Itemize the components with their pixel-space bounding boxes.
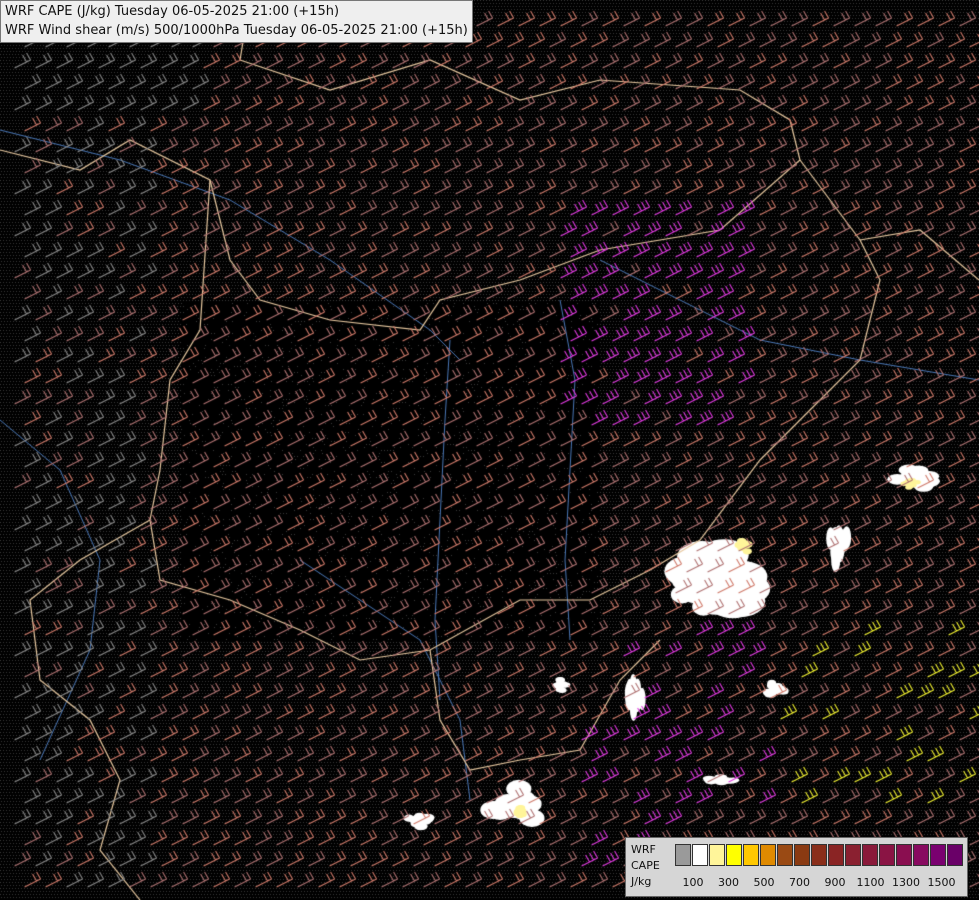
legend-swatch bbox=[726, 844, 742, 866]
map-title-cape: WRF CAPE (J/kg) Tuesday 06-05-2025 21:00… bbox=[5, 4, 340, 19]
legend-swatch bbox=[811, 844, 827, 866]
legend-tick-row: 100 300 500 700 900 1100 1300 1500 bbox=[675, 876, 965, 890]
legend-swatch bbox=[760, 844, 776, 866]
legend-swatch bbox=[777, 844, 793, 866]
legend-tick-label: 700 bbox=[789, 876, 810, 889]
legend-label-unit: J/kg bbox=[631, 875, 652, 888]
legend-swatch bbox=[845, 844, 861, 866]
legend-tick-label: 1100 bbox=[856, 876, 885, 889]
map-title-box: WRF CAPE (J/kg) Tuesday 06-05-2025 21:00… bbox=[0, 0, 473, 43]
legend-swatch bbox=[947, 844, 963, 866]
legend-swatch bbox=[743, 844, 759, 866]
legend-swatch bbox=[930, 844, 946, 866]
legend-swatch bbox=[794, 844, 810, 866]
map-title-shear: WRF Wind shear (m/s) 500/1000hPa Tuesday… bbox=[5, 23, 468, 38]
legend-tick-label: 300 bbox=[718, 876, 739, 889]
legend-label-cape: CAPE bbox=[631, 859, 660, 872]
legend-swatch bbox=[709, 844, 725, 866]
legend-swatch bbox=[896, 844, 912, 866]
legend-swatch bbox=[862, 844, 878, 866]
legend-swatch bbox=[675, 844, 691, 866]
map-canvas bbox=[0, 0, 979, 900]
legend-tick-label: 1500 bbox=[927, 876, 956, 889]
legend-tick-label: 900 bbox=[824, 876, 846, 889]
legend-color-scale bbox=[675, 844, 964, 866]
legend-label-wrf: WRF bbox=[631, 843, 656, 856]
legend-swatch bbox=[692, 844, 708, 866]
legend-swatch bbox=[828, 844, 844, 866]
legend-swatch bbox=[913, 844, 929, 866]
legend-tick-label: 1300 bbox=[892, 876, 920, 889]
legend-swatch bbox=[879, 844, 895, 866]
legend-tick-label: 100 bbox=[682, 876, 704, 889]
legend-tick-label: 500 bbox=[753, 876, 775, 889]
cape-legend: WRF CAPE J/kg 100 300 500 700 900 1100 1300 150… bbox=[625, 837, 968, 897]
